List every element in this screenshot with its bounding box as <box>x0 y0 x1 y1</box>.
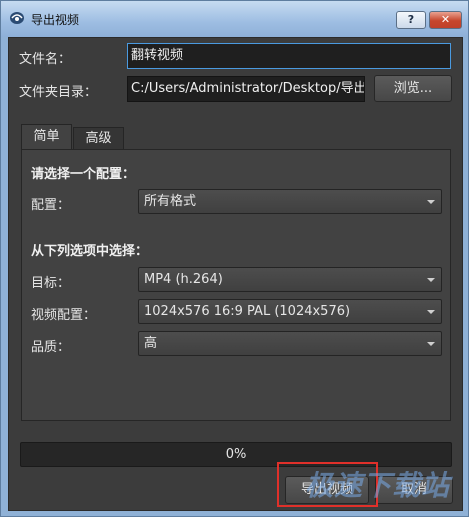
progress-text: 0% <box>225 447 247 462</box>
quality-select[interactable]: 高 <box>138 331 442 356</box>
profile-label: 配置： <box>31 198 71 213</box>
tab-advanced[interactable]: 高级 <box>73 127 124 150</box>
profile-value: 所有格式 <box>144 194 197 209</box>
video-profile-select[interactable]: 1024x576 16:9 PAL (1024x576) <box>138 299 442 324</box>
target-select[interactable]: MP4 (h.264) <box>138 267 442 292</box>
profile-heading: 请选择一个配置： <box>31 167 136 182</box>
chevron-down-icon <box>427 310 435 314</box>
quality-label: 品质： <box>31 340 71 355</box>
filename-label: 文件名： <box>19 52 72 67</box>
video-profile-label: 视频配置： <box>31 308 97 323</box>
filename-input[interactable]: 翻转视频 <box>127 43 451 69</box>
close-button[interactable]: ✕ <box>429 11 462 29</box>
export-video-window: 导出视频 ? ✕ 文件名： 翻转视频 文件夹目录： C:/Users/Admin… <box>0 0 469 517</box>
title-bar[interactable]: 导出视频 ? ✕ <box>1 1 468 37</box>
help-button[interactable]: ? <box>396 11 426 29</box>
folder-input[interactable]: C:/Users/Administrator/Desktop/导出 <box>127 76 365 102</box>
target-value: MP4 (h.264) <box>144 272 223 287</box>
dialog-body: 文件名： 翻转视频 文件夹目录： C:/Users/Administrator/… <box>8 37 463 511</box>
chevron-down-icon <box>427 342 435 346</box>
app-icon <box>10 12 24 24</box>
quality-value: 高 <box>144 336 158 351</box>
window-title: 导出视频 <box>31 13 80 27</box>
folder-label: 文件夹目录： <box>19 85 98 100</box>
video-profile-value: 1024x576 16:9 PAL (1024x576) <box>144 304 351 319</box>
chevron-down-icon <box>427 200 435 204</box>
options-heading: 从下列选项中选择： <box>31 244 149 259</box>
browse-button[interactable]: 浏览... <box>374 75 452 102</box>
target-label: 目标： <box>31 276 71 291</box>
simple-panel: 请选择一个配置： 配置： 所有格式 从下列选项中选择： 目标： MP4 (h.2… <box>21 149 451 421</box>
tab-simple[interactable]: 简单 <box>21 124 72 150</box>
chevron-down-icon <box>427 278 435 282</box>
watermark-logo: 极速下载站 <box>305 469 451 502</box>
profile-select[interactable]: 所有格式 <box>138 189 442 214</box>
